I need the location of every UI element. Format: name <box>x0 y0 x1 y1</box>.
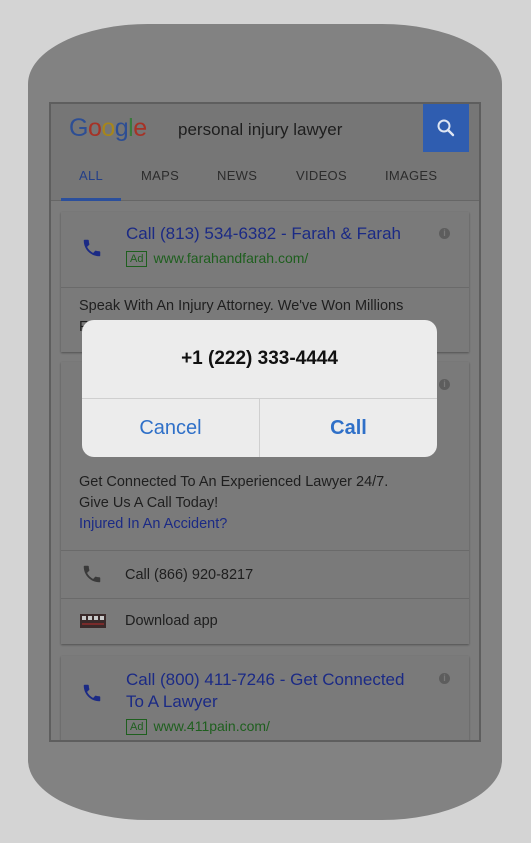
search-header: Google personal injury lawyer ALL MAPS N… <box>51 104 479 201</box>
tab-news[interactable]: NEWS <box>217 168 257 183</box>
phone-icon[interactable] <box>81 563 103 585</box>
ad-url: www.411pain.com/ <box>153 718 270 734</box>
ad-url-line[interactable]: Ad www.411pain.com/ <box>126 718 270 735</box>
tab-videos[interactable]: VIDEOS <box>296 168 347 183</box>
google-logo[interactable]: Google <box>69 114 147 143</box>
ad-badge: Ad <box>126 251 148 267</box>
dialog-phone-number: +1 (222) 333-4444 <box>181 348 338 369</box>
ad-url-line[interactable]: Ad www.farahandfarah.com/ <box>126 250 308 267</box>
ad-url: www.farahandfarah.com/ <box>153 250 309 266</box>
divider <box>61 550 469 551</box>
ad-description: Speak With An Injury Attorney. We've Won… <box>79 298 404 314</box>
download-app-extension[interactable]: Download app <box>125 613 218 629</box>
ad-card-411pain: Call (800) 411-7246 - Get Connected To A… <box>61 656 469 740</box>
search-icon <box>437 119 455 137</box>
search-button[interactable] <box>423 104 469 152</box>
call-extension[interactable]: Call (866) 920-8217 <box>125 567 253 583</box>
tab-all[interactable]: ALL <box>79 168 103 183</box>
active-tab-indicator <box>61 198 121 201</box>
ad-title-line1[interactable]: Call (800) 411-7246 - Get Connected <box>126 669 404 691</box>
cancel-button[interactable]: Cancel <box>82 399 259 457</box>
app-icon <box>80 614 106 628</box>
sitelink[interactable]: Injured In An Accident? <box>79 514 227 535</box>
search-input[interactable]: personal injury lawyer <box>178 120 342 140</box>
phone-icon[interactable] <box>81 237 103 259</box>
ad-title-line2[interactable]: To A Lawyer <box>126 691 218 713</box>
search-tabs: ALL MAPS NEWS VIDEOS IMAGES <box>51 152 479 201</box>
tab-maps[interactable]: MAPS <box>141 168 179 183</box>
ad-description-line2: Give Us A Call Today! <box>79 495 219 511</box>
ad-description-line1: Get Connected To An Experienced Lawyer 2… <box>79 474 389 490</box>
phone-icon[interactable] <box>81 682 103 704</box>
call-confirm-dialog: +1 (222) 333-4444 Cancel Call <box>82 320 437 457</box>
ad-badge: Ad <box>126 719 148 735</box>
divider <box>61 287 469 288</box>
info-icon[interactable]: i <box>439 673 450 684</box>
call-button[interactable]: Call <box>260 399 437 457</box>
info-icon[interactable]: i <box>439 379 450 390</box>
divider <box>61 598 469 599</box>
info-icon[interactable]: i <box>439 228 450 239</box>
ad-title[interactable]: Call (813) 534-6382 - Farah & Farah <box>126 223 401 245</box>
tab-images[interactable]: IMAGES <box>385 168 437 183</box>
